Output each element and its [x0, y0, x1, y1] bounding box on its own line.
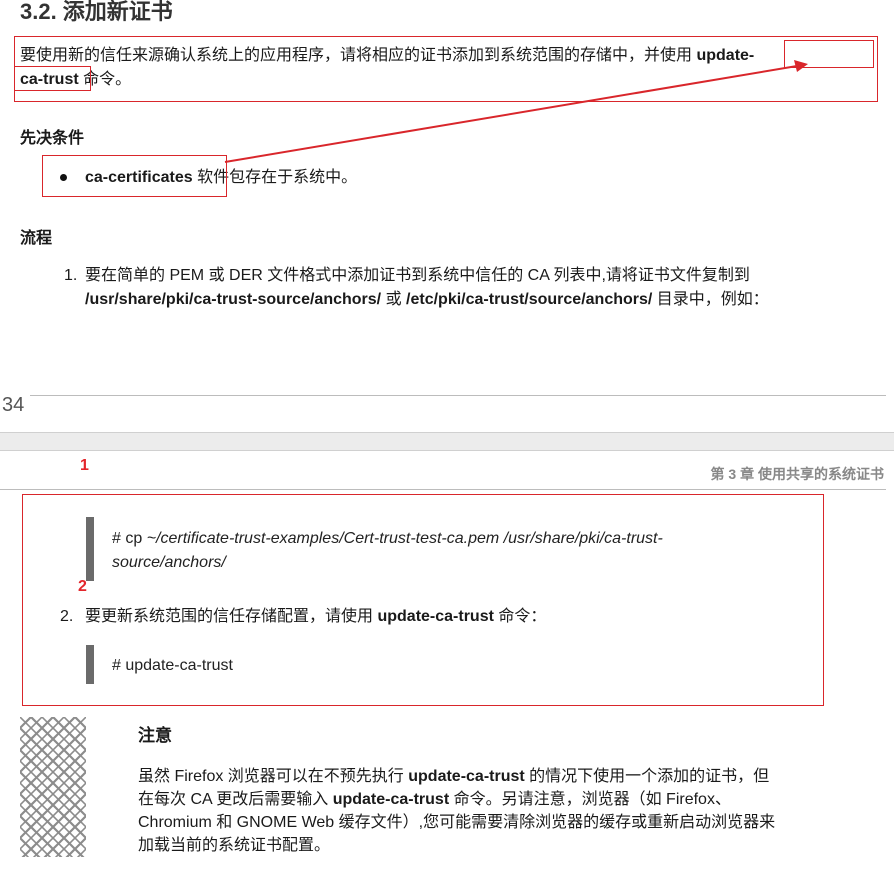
annotation-arrow: [224, 60, 808, 163]
